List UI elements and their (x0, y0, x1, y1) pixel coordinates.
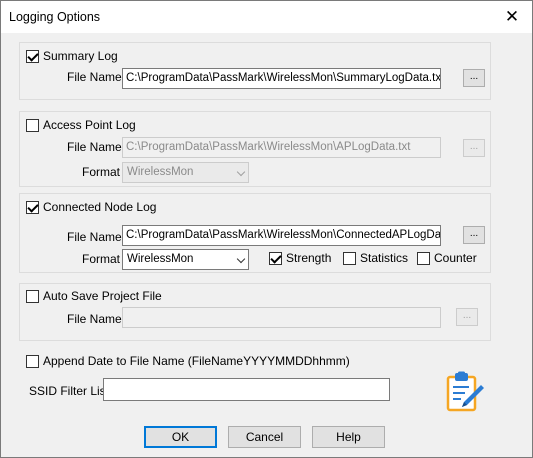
summary-file-name-label: File Name (67, 70, 122, 84)
connected-node-file-name-label: File Name (67, 230, 122, 244)
ok-button[interactable]: OK (144, 426, 217, 448)
counter-label: Counter (434, 251, 477, 265)
connected-node-log-label: Connected Node Log (43, 200, 157, 214)
clipboard-edit-icon (446, 371, 484, 412)
title-bar: Logging Options ✕ (1, 1, 532, 33)
summary-browse-button[interactable]: ... (463, 69, 485, 87)
statistics-checkbox-box[interactable] (343, 251, 356, 265)
close-icon[interactable]: ✕ (492, 1, 532, 32)
access-point-file-name-label: File Name (67, 140, 122, 154)
access-point-browse-button[interactable]: ... (463, 139, 485, 157)
auto-save-label: Auto Save Project File (43, 289, 162, 303)
logging-options-dialog: Logging Options ✕ Summary Log File Name … (0, 0, 533, 458)
access-point-log-checkbox-box[interactable] (26, 118, 39, 132)
strength-checkbox[interactable]: Strength (269, 251, 331, 265)
strength-label: Strength (286, 251, 332, 265)
connected-node-browse-button[interactable]: ... (463, 226, 485, 244)
counter-checkbox-box[interactable] (417, 251, 430, 265)
auto-save-checkbox[interactable]: Auto Save Project File (26, 289, 162, 303)
auto-save-file-name-input[interactable] (122, 307, 441, 328)
connected-node-format-select[interactable]: WirelessMon (122, 249, 249, 270)
access-point-format-value: WirelessMon (127, 166, 194, 178)
connected-node-file-name-input[interactable]: C:\ProgramData\PassMark\WirelessMon\Conn… (122, 225, 441, 246)
statistics-label: Statistics (360, 251, 409, 265)
access-point-format-label: Format (82, 165, 121, 179)
access-point-file-name-input[interactable]: C:\ProgramData\PassMark\WirelessMon\APLo… (122, 137, 441, 158)
connected-node-log-checkbox[interactable]: Connected Node Log (26, 200, 156, 214)
summary-log-label: Summary Log (43, 49, 118, 63)
strength-checkbox-box[interactable] (269, 251, 282, 265)
cancel-button[interactable]: Cancel (228, 426, 301, 448)
dialog-title: Logging Options (9, 10, 101, 24)
append-date-checkbox[interactable]: Append Date to File Name (FileNameYYYYMM… (26, 354, 350, 368)
summary-log-checkbox-box[interactable] (26, 49, 39, 63)
connected-node-log-checkbox-box[interactable] (26, 200, 39, 214)
chevron-down-icon (236, 254, 246, 264)
auto-save-file-name-label: File Name (67, 312, 122, 326)
auto-save-browse-button[interactable]: ... (456, 308, 478, 326)
counter-checkbox[interactable]: Counter (417, 251, 477, 265)
append-date-label: Append Date to File Name (FileNameYYYYMM… (43, 354, 350, 368)
help-button[interactable]: Help (312, 426, 385, 448)
access-point-format-select[interactable]: WirelessMon (122, 162, 249, 183)
ssid-filter-input[interactable] (103, 378, 390, 401)
access-point-log-label: Access Point Log (43, 118, 136, 132)
summary-log-checkbox[interactable]: Summary Log (26, 49, 118, 63)
ssid-filter-label: SSID Filter List (29, 384, 110, 398)
append-date-checkbox-box[interactable] (26, 354, 39, 368)
statistics-checkbox[interactable]: Statistics (343, 251, 408, 265)
chevron-down-icon (236, 167, 246, 177)
summary-file-name-input[interactable]: C:\ProgramData\PassMark\WirelessMon\Summ… (122, 68, 441, 89)
connected-node-format-label: Format (82, 252, 121, 266)
connected-node-format-value: WirelessMon (127, 253, 194, 265)
auto-save-checkbox-box[interactable] (26, 289, 39, 303)
access-point-log-checkbox[interactable]: Access Point Log (26, 118, 136, 132)
